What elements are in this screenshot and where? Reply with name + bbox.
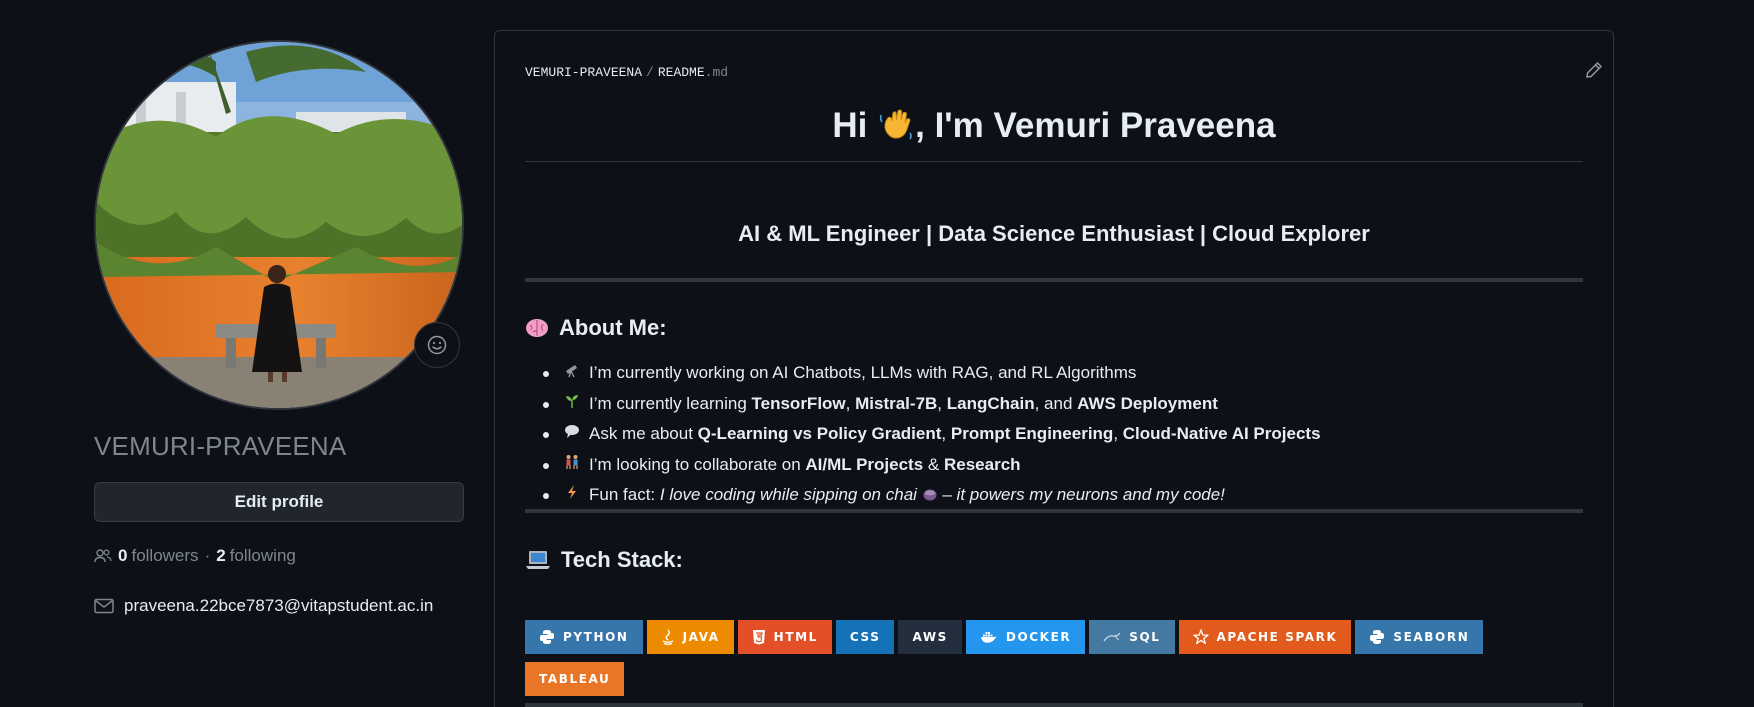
section-divider-3: [525, 703, 1583, 707]
breadcrumb-owner[interactable]: VEMURI-PRAVEENA: [525, 65, 642, 80]
profile-page: VEMURI-PRAVEENA Edit profile 0 followers…: [0, 0, 1754, 707]
badge-tableau[interactable]: TABLEAU: [525, 662, 625, 696]
mail-icon: [94, 598, 114, 614]
tech-stack-heading-text: Tech Stack:: [561, 547, 683, 572]
avatar-photo: [96, 42, 462, 408]
badge-java[interactable]: JAVA: [646, 620, 734, 654]
edit-readme-button[interactable]: [1585, 61, 1603, 84]
avatar[interactable]: [94, 40, 464, 410]
speech-bubble-icon: [563, 419, 581, 450]
title-name: , I'm Vemuri Praveena: [915, 106, 1276, 145]
docker-icon: [980, 630, 998, 644]
readme-breadcrumb: VEMURI-PRAVEENA / README.md: [525, 65, 728, 80]
about-item-ask: Ask me about Q-Learning vs Policy Gradie…: [543, 419, 1583, 450]
people-icon: [94, 549, 112, 563]
seedling-icon: [563, 389, 581, 420]
breadcrumb-ext: .md: [704, 65, 729, 80]
python-icon: [539, 629, 555, 645]
followers-label: followers: [131, 546, 199, 565]
title-greeting: Hi: [832, 106, 878, 145]
laptop-icon: [526, 551, 550, 569]
spark-icon: [1192, 629, 1209, 645]
lightning-icon: [563, 480, 581, 511]
following-count: 2: [216, 546, 226, 565]
smiley-icon: [427, 335, 447, 355]
badge-apache-spark[interactable]: APACHE SPARK: [1178, 620, 1352, 654]
about-heading: About Me:: [525, 315, 667, 341]
email-row: praveena.22bce7873@vitapstudent.ac.in: [94, 594, 464, 618]
breadcrumb-file[interactable]: README: [658, 65, 705, 80]
python-icon: [1369, 629, 1385, 645]
tech-badges: PYTHON JAVA HTML CSS AWS DOCKER SQL APAC…: [525, 620, 1583, 704]
badge-docker[interactable]: DOCKER: [965, 620, 1086, 654]
badge-html[interactable]: HTML: [737, 620, 832, 654]
breadcrumb-slash: /: [646, 65, 654, 80]
readme-subtitle: AI & ML Engineer | Data Science Enthusia…: [738, 221, 1370, 246]
section-divider-2: [525, 509, 1583, 513]
telescope-icon: [563, 358, 581, 389]
html5-icon: [752, 629, 766, 645]
about-heading-text: About Me:: [559, 315, 667, 340]
follow-separator: ·: [204, 546, 211, 565]
badge-seaborn[interactable]: SEABORN: [1355, 620, 1484, 654]
followers-link[interactable]: 0 followers: [118, 546, 199, 566]
about-item-working: I’m currently working on AI Chatbots, LL…: [543, 358, 1583, 389]
tech-stack-heading: Tech Stack:: [525, 547, 683, 573]
following-label: following: [229, 546, 296, 565]
follow-stats: 0 followers · 2 following: [94, 544, 464, 568]
badge-aws[interactable]: AWS: [898, 620, 962, 654]
badge-python[interactable]: PYTHON: [525, 620, 643, 654]
following-link[interactable]: 2 following: [216, 546, 296, 566]
java-icon: [661, 629, 675, 645]
chai-cup-icon: [923, 489, 937, 501]
badge-css[interactable]: CSS: [835, 620, 895, 654]
readme-card: VEMURI-PRAVEENA / README.md Hi , I'm Vemur…: [494, 30, 1614, 707]
mysql-icon: [1103, 630, 1121, 644]
followers-count: 0: [118, 546, 128, 565]
waving-hand-icon: [879, 109, 912, 140]
about-item-collaborate: I’m looking to collaborate on AI/ML Proj…: [543, 450, 1583, 481]
profile-username: VEMURI-PRAVEENA: [94, 431, 347, 461]
edit-profile-button[interactable]: Edit profile: [94, 482, 464, 522]
profile-sidebar: VEMURI-PRAVEENA Edit profile 0 followers…: [94, 40, 464, 618]
avatar-container: [94, 40, 464, 410]
readme-title: Hi , I'm Vemuri Praveena: [525, 101, 1583, 151]
pencil-icon: [1586, 62, 1602, 78]
about-list: I’m currently working on AI Chatbots, LL…: [543, 358, 1583, 511]
title-divider: [525, 161, 1583, 162]
email-link[interactable]: praveena.22bce7873@vitapstudent.ac.in: [124, 596, 433, 616]
set-status-button[interactable]: [414, 322, 460, 368]
about-item-funfact: Fun fact: I love coding while sipping on…: [543, 480, 1583, 511]
brain-icon: [526, 319, 548, 337]
about-item-learning: I’m currently learning TensorFlow, Mistr…: [543, 389, 1583, 420]
section-divider-1: [525, 278, 1583, 282]
badge-sql[interactable]: SQL: [1089, 620, 1175, 654]
people-holding-hands-icon: [563, 450, 581, 481]
